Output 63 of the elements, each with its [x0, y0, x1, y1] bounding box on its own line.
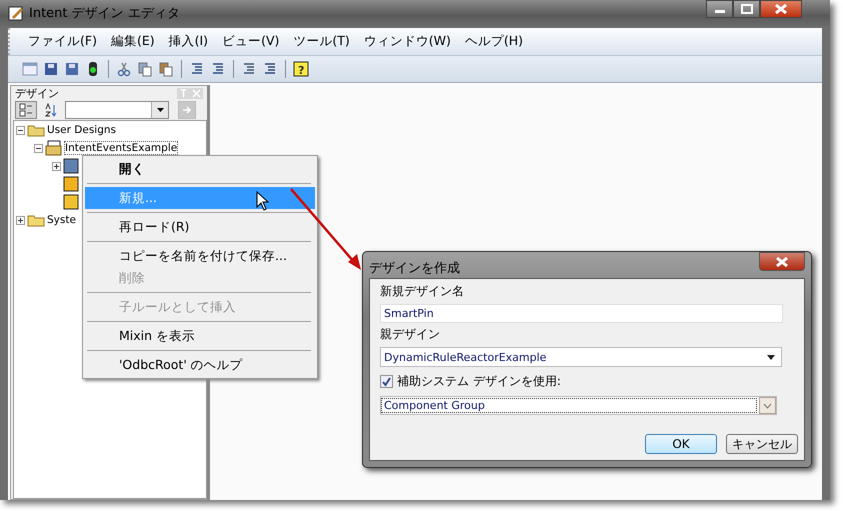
- indent-icon[interactable]: [210, 61, 226, 77]
- lines-icon[interactable]: [241, 61, 257, 77]
- collapse-icon[interactable]: [34, 144, 43, 152]
- folder-icon: [27, 123, 45, 137]
- menu-item[interactable]: ファイル(F): [28, 33, 97, 50]
- menu-item[interactable]: 編集(E): [110, 33, 155, 50]
- paste-icon[interactable]: [158, 61, 174, 77]
- cube-icon[interactable]: [63, 176, 79, 192]
- menu-item[interactable]: 再ロード(R): [85, 216, 315, 238]
- system-design-dropdown[interactable]: Component Group: [380, 396, 777, 415]
- dropdown-value: Component Group: [381, 398, 757, 413]
- menu-item[interactable]: 開く: [85, 158, 315, 180]
- undo-lines-icon[interactable]: [262, 61, 278, 77]
- close-button[interactable]: [759, 252, 805, 271]
- menu-item[interactable]: ビュー(V): [222, 33, 280, 50]
- document-icon[interactable]: [63, 194, 79, 210]
- cancel-button[interactable]: キャンセル: [726, 434, 798, 454]
- close-icon: [776, 256, 788, 266]
- help-icon[interactable]: ?: [293, 61, 309, 77]
- checkbox-label: 補助システム デザインを使用:: [397, 372, 561, 390]
- outdent-icon[interactable]: [189, 61, 205, 77]
- close-button[interactable]: [760, 0, 802, 18]
- field-label: 新規デザイン名: [380, 283, 464, 300]
- expand-icon[interactable]: [52, 162, 61, 170]
- mouse-pointer-icon: [256, 191, 270, 211]
- save-all-icon[interactable]: [64, 61, 80, 77]
- chevron-icon: [763, 402, 772, 408]
- arrow-icon: [182, 105, 192, 115]
- folder-icon: [27, 213, 45, 227]
- caret-icon: [767, 354, 775, 360]
- tree-item[interactable]: IntentEventsExample: [65, 142, 178, 154]
- dropdown-value: DynamicRuleReactorExample: [384, 350, 546, 364]
- maximize-icon: [740, 4, 752, 14]
- parent-design-dropdown[interactable]: DynamicRuleReactorExample: [380, 347, 782, 367]
- menu-item[interactable]: 'OdbcRoot' のヘルプ: [85, 354, 315, 376]
- copy-icon[interactable]: [137, 61, 153, 77]
- collapse-icon[interactable]: [16, 126, 25, 134]
- menu-item[interactable]: 挿入(I): [168, 33, 208, 50]
- window-title: Intent デザイン エディタ: [29, 5, 180, 22]
- categorized-button[interactable]: [15, 101, 37, 119]
- expand-icon[interactable]: [16, 216, 25, 224]
- menu-item[interactable]: ウィンドウ(W): [364, 33, 451, 50]
- caret-icon: [156, 108, 164, 112]
- minimize-button[interactable]: [706, 0, 733, 18]
- ok-button[interactable]: OK: [645, 434, 717, 454]
- menu-item[interactable]: ツール(T): [293, 33, 350, 50]
- list-icon[interactable]: [63, 158, 79, 174]
- save-icon[interactable]: [43, 61, 59, 77]
- panel-title: デザイン: [15, 86, 59, 100]
- scissors-icon[interactable]: [116, 61, 132, 77]
- folder-icon: [45, 140, 63, 156]
- field-label: 親デザイン: [380, 326, 440, 343]
- menu-item[interactable]: Mixin を表示: [85, 325, 315, 347]
- menu-item[interactable]: ヘルプ(H): [464, 33, 524, 50]
- close-icon: [775, 4, 787, 14]
- menu-item[interactable]: コピーを名前を付けて保存...: [85, 245, 315, 267]
- design-name-field[interactable]: SmartPin: [380, 304, 783, 323]
- tree-item[interactable]: User Designs: [47, 124, 116, 136]
- tree-item[interactable]: Syste: [47, 214, 76, 226]
- checkbox[interactable]: [380, 374, 393, 388]
- dialog-title: デザインを作成: [369, 260, 460, 277]
- pencil-note-icon: [8, 5, 24, 21]
- maximize-button[interactable]: [733, 0, 760, 18]
